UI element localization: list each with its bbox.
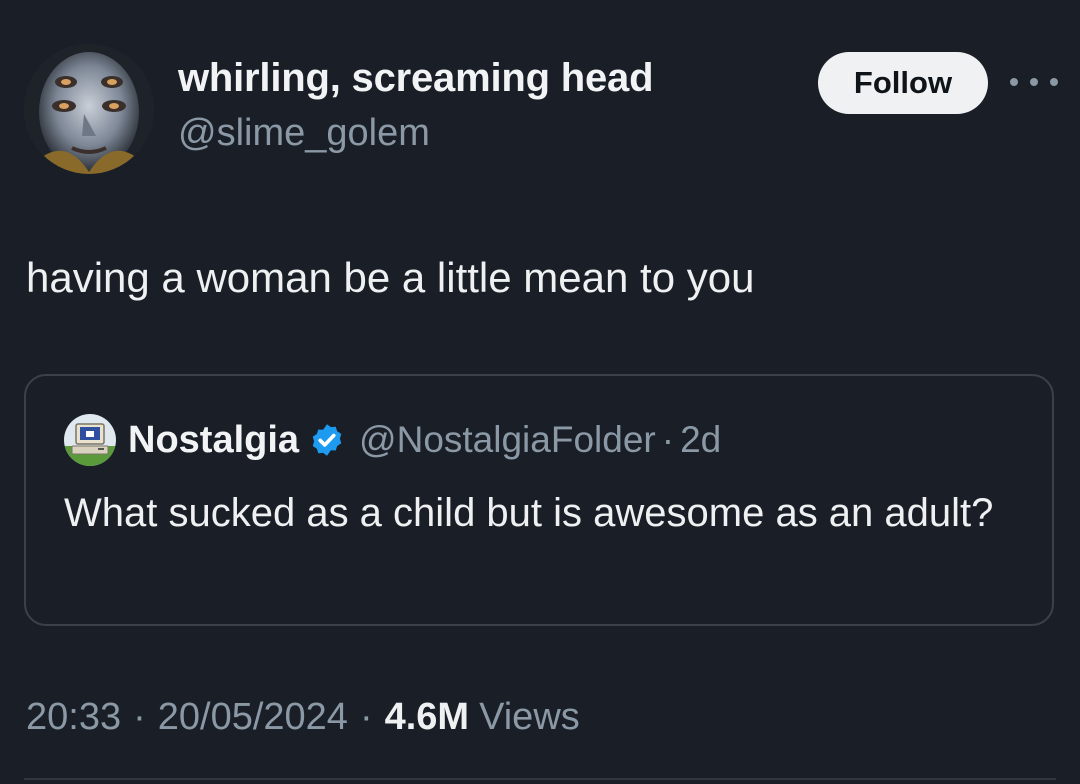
more-horizontal-icon[interactable] bbox=[1010, 68, 1058, 96]
follow-button[interactable]: Follow bbox=[818, 52, 988, 114]
views-count: 4.6M bbox=[384, 696, 470, 738]
tweet-time[interactable]: 20:33 bbox=[26, 696, 121, 739]
more-dot bbox=[1050, 78, 1058, 86]
meta-separator: · bbox=[133, 696, 146, 738]
verified-badge-icon bbox=[312, 424, 342, 456]
face-portrait-icon bbox=[24, 44, 154, 174]
quoted-timestamp[interactable]: 2d bbox=[680, 419, 721, 461]
tweet-meta: 20:33 · 20/05/2024 · 4.6M Views bbox=[26, 696, 580, 739]
more-dot bbox=[1010, 78, 1018, 86]
views-label: Views bbox=[479, 696, 580, 738]
author-avatar[interactable] bbox=[24, 44, 154, 174]
tweet-text: having a woman be a little mean to you bbox=[26, 254, 755, 301]
tweet-date[interactable]: 20/05/2024 bbox=[158, 696, 348, 739]
quoted-tweet-header: Nostalgia @NostalgiaFolder · 2d bbox=[64, 414, 721, 466]
quoted-tweet-card[interactable]: Nostalgia @NostalgiaFolder · 2d What suc… bbox=[24, 374, 1054, 626]
meta-separator: · bbox=[359, 696, 373, 738]
quoted-separator: · bbox=[661, 419, 675, 460]
quoted-author-name[interactable]: Nostalgia bbox=[128, 419, 299, 462]
quoted-tweet-text: What sucked as a child but is awesome as… bbox=[64, 491, 994, 535]
author-handle[interactable]: @slime_golem bbox=[178, 112, 430, 155]
more-dot bbox=[1030, 78, 1038, 86]
quoted-author-handle[interactable]: @NostalgiaFolder bbox=[359, 419, 656, 461]
author-display-name[interactable]: whirling, screaming head bbox=[178, 56, 654, 101]
divider bbox=[24, 778, 1056, 780]
retro-computer-icon bbox=[64, 414, 116, 466]
quoted-author-avatar[interactable] bbox=[64, 414, 116, 466]
